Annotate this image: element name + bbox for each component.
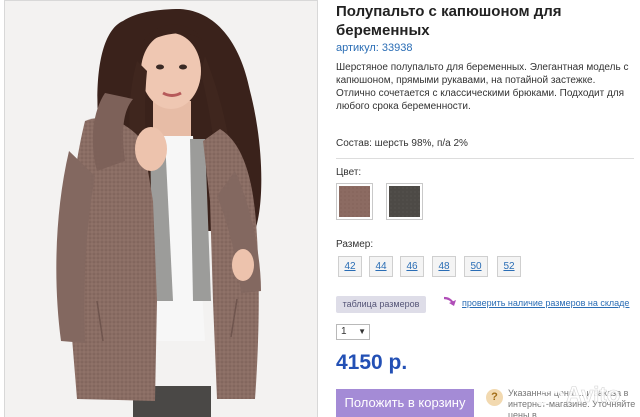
color-swatch-dark-grey[interactable] xyxy=(386,183,423,220)
size-label: Размер: xyxy=(336,239,374,250)
quantity-value: 1 xyxy=(341,326,347,337)
product-photo[interactable] xyxy=(4,0,318,417)
divider xyxy=(336,158,634,159)
curved-arrow-icon xyxy=(443,296,456,306)
check-stock-link[interactable]: проверить наличие размеров на складе xyxy=(462,298,629,308)
size-option-44[interactable]: 44 xyxy=(369,256,393,277)
product-price: 4150 р. xyxy=(336,351,408,374)
price-note: Указанная цена ... и заказа в интернет-м… xyxy=(508,388,636,417)
product-composition: Состав: шерсть 98%, п/а 2% xyxy=(336,138,468,149)
chevron-down-icon: ▼ xyxy=(358,327,366,336)
add-to-cart-button[interactable]: Положить в корзину xyxy=(336,389,474,417)
swatch-fill-dark-grey xyxy=(389,186,420,217)
size-option-52[interactable]: 52 xyxy=(497,256,521,277)
size-option-46[interactable]: 46 xyxy=(400,256,424,277)
model-in-coat-illustration xyxy=(5,1,317,417)
color-swatch-brown[interactable] xyxy=(336,183,373,220)
size-option-50[interactable]: 50 xyxy=(464,256,488,277)
product-sku: артикул: 33938 xyxy=(336,42,413,54)
quantity-select[interactable]: 1 ▼ xyxy=(336,324,370,340)
size-table-button[interactable]: таблица размеров xyxy=(336,296,426,313)
product-description: Шерстяное полупальто для беременных. Эле… xyxy=(336,62,629,112)
question-icon: ? xyxy=(486,389,503,406)
product-info-panel: Полупальто с капюшоном для беременных ар… xyxy=(336,0,636,417)
product-title: Полупальто с капюшоном для беременных xyxy=(336,3,562,39)
size-option-48[interactable]: 48 xyxy=(432,256,456,277)
size-option-42[interactable]: 42 xyxy=(338,256,362,277)
color-label: Цвет: xyxy=(336,167,362,178)
swatch-fill-brown xyxy=(339,186,370,217)
